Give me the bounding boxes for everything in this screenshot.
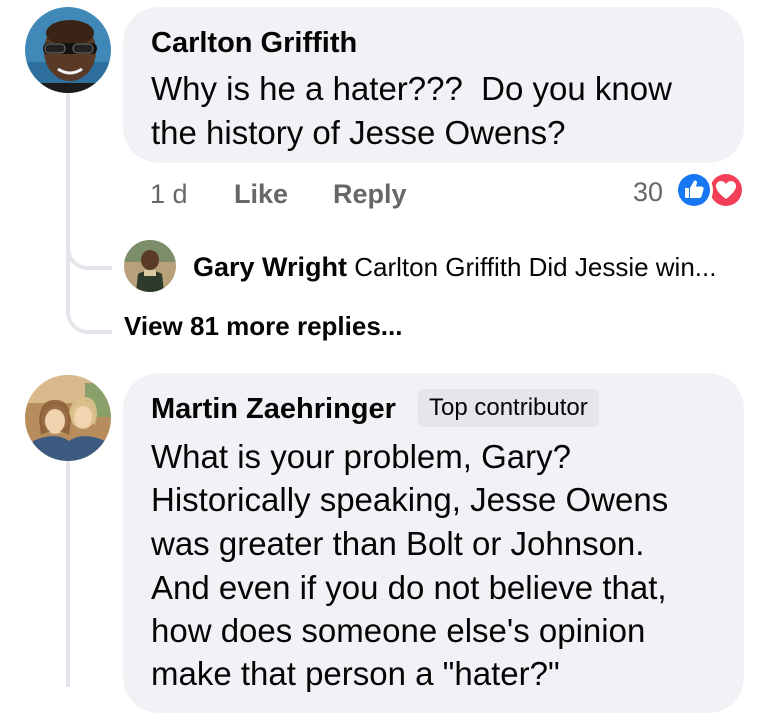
comment-text-line: And even if you do not believe that, [151, 569, 667, 606]
avatar[interactable] [25, 7, 111, 93]
comment-text-line: was greater than Bolt or Johnson. [151, 525, 645, 562]
reply-text: Carlton Griffith Did Jessie win... [354, 252, 717, 282]
view-more-replies-link[interactable]: View 81 more replies... [124, 309, 402, 343]
comment-timestamp[interactable]: 1 d [150, 177, 188, 211]
reaction-count[interactable]: 30 [633, 175, 663, 209]
profile-photo [25, 375, 111, 461]
reply-preview[interactable]: Gary Wright Carlton Griffith Did Jessie … [193, 250, 753, 284]
comment-text-line: the history of Jesse Owens? [151, 114, 566, 151]
reply-author[interactable]: Gary Wright [193, 252, 347, 282]
comment-bubble: Martin Zaehringer Top contributor What i… [123, 373, 744, 713]
comment-text-line: how does someone else's opinion [151, 612, 646, 649]
top-contributor-badge: Top contributor [418, 389, 599, 427]
avatar[interactable] [25, 375, 111, 461]
reply-button[interactable]: Reply [333, 177, 407, 211]
reply-avatar[interactable] [124, 240, 176, 292]
comment-bubble: Carlton Griffith Why is he a hater??? Do… [123, 7, 744, 163]
comment-text-line: Historically speaking, Jesse Owens [151, 481, 669, 518]
comment-author[interactable]: Martin Zaehringer [151, 391, 396, 427]
thread-line [66, 460, 70, 687]
like-icon [675, 171, 713, 209]
comment-text-line: What is your problem, Gary? [151, 438, 571, 475]
comment-text-line: make that person a "hater?" [151, 655, 560, 692]
comment-author[interactable]: Carlton Griffith [151, 25, 357, 61]
like-button[interactable]: Like [234, 177, 288, 211]
comment-text-line: Why is he a hater??? Do you know [151, 70, 672, 107]
profile-photo [25, 7, 111, 93]
profile-photo [124, 240, 176, 292]
thread-line-elbow [66, 258, 112, 334]
